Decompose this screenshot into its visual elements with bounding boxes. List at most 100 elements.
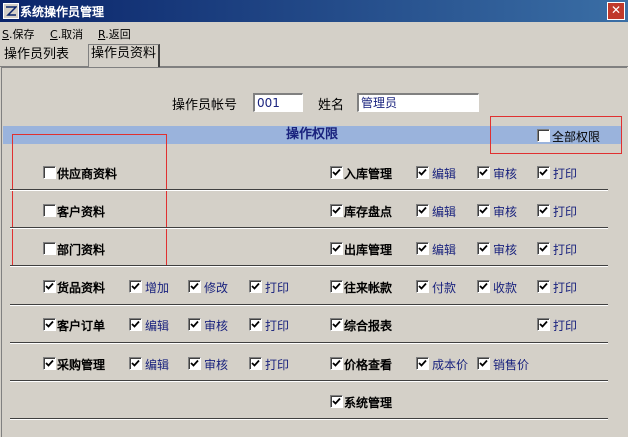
check-icon — [131, 282, 140, 290]
perm-left-4-checkbox[interactable] — [43, 318, 56, 331]
check-icon — [131, 359, 140, 367]
perm-right-5-checkbox[interactable] — [330, 357, 343, 370]
perm-left-3-checkbox[interactable] — [43, 280, 56, 293]
perm-right-2-checkbox[interactable] — [330, 242, 343, 255]
perm-right-2-sub-0-checkbox[interactable] — [416, 242, 429, 255]
perm-right-1-sub-2-checkbox[interactable] — [537, 204, 550, 217]
perm-right-0-checkbox[interactable] — [330, 166, 343, 179]
perm-right-1-label: 库存盘点 — [344, 205, 393, 219]
all-permissions-label: 全部权限 — [552, 130, 601, 144]
perm-right-2-sub-2-checkbox[interactable] — [537, 242, 550, 255]
perm-right-6-checkbox[interactable] — [330, 395, 343, 408]
name-label: 姓名 — [318, 98, 345, 113]
check-icon — [332, 320, 341, 328]
perm-right-5-label: 价格查看 — [344, 358, 393, 372]
perm-right-1-sub-2-label: 打印 — [553, 205, 578, 219]
row-divider — [10, 265, 608, 267]
check-icon — [332, 397, 341, 405]
perm-right-1-sub-0-checkbox[interactable] — [416, 204, 429, 217]
perm-left-5-sub-2-label: 打印 — [265, 358, 290, 372]
name-field[interactable]: 管理员 — [357, 93, 479, 112]
check-icon — [539, 320, 548, 328]
perm-right-4-label: 综合报表 — [344, 319, 393, 333]
perm-right-1-sub-1-label: 审核 — [493, 205, 518, 219]
perm-left-5-sub-2-checkbox[interactable] — [249, 357, 262, 370]
perm-left-2-label: 部门资料 — [57, 243, 106, 257]
perm-right-0-sub-2-checkbox[interactable] — [537, 166, 550, 179]
perm-right-5-sub-1-label: 销售价 — [493, 358, 530, 372]
check-icon — [45, 320, 54, 328]
perm-left-5-checkbox[interactable] — [43, 357, 56, 370]
perm-left-3-sub-1-checkbox[interactable] — [188, 280, 201, 293]
account-label: 操作员帐号 — [172, 98, 238, 113]
perm-right-3-sub-0-checkbox[interactable] — [416, 280, 429, 293]
perm-left-4-sub-0-checkbox[interactable] — [129, 318, 142, 331]
perm-left-4-sub-0-label: 编辑 — [145, 319, 170, 333]
check-icon — [45, 359, 54, 367]
perm-left-1-checkbox[interactable] — [43, 204, 56, 217]
perm-right-1-checkbox[interactable] — [330, 204, 343, 217]
perm-left-3-sub-2-label: 打印 — [265, 281, 290, 295]
perm-right-2-sub-1-checkbox[interactable] — [477, 242, 490, 255]
close-icon[interactable]: ✕ — [607, 2, 625, 20]
check-icon — [332, 282, 341, 290]
perm-right-3-sub-0-label: 付款 — [432, 281, 457, 295]
perm-left-2-checkbox[interactable] — [43, 242, 56, 255]
check-icon — [479, 206, 488, 214]
return-button[interactable]: R.返回 — [98, 26, 131, 42]
tab-operator-list[interactable]: 操作员列表 — [2, 46, 71, 64]
check-icon — [251, 359, 260, 367]
check-icon — [190, 320, 199, 328]
check-icon — [251, 320, 260, 328]
perm-right-3-sub-1-checkbox[interactable] — [477, 280, 490, 293]
perm-left-3-sub-0-checkbox[interactable] — [129, 280, 142, 293]
check-icon — [332, 244, 341, 252]
account-field[interactable]: 001 — [253, 93, 303, 112]
tab-operator-info[interactable]: 操作员资料 — [88, 44, 161, 67]
perm-left-4-sub-2-checkbox[interactable] — [249, 318, 262, 331]
check-icon — [479, 168, 488, 176]
check-icon — [539, 244, 548, 252]
row-divider — [10, 380, 608, 382]
check-icon — [418, 359, 427, 367]
perm-right-5-sub-0-checkbox[interactable] — [416, 357, 429, 370]
perm-right-5-sub-0-label: 成本价 — [432, 358, 469, 372]
perm-right-0-sub-1-checkbox[interactable] — [477, 166, 490, 179]
perm-right-4-sub-2-label: 打印 — [553, 319, 578, 333]
perm-left-5-sub-0-checkbox[interactable] — [129, 357, 142, 370]
check-icon — [190, 359, 199, 367]
perm-left-4-label: 客户订单 — [57, 319, 106, 333]
perm-right-4-checkbox[interactable] — [330, 318, 343, 331]
perm-right-0-sub-0-label: 编辑 — [432, 167, 457, 181]
perm-left-5-label: 采购管理 — [57, 358, 106, 372]
row-divider — [10, 342, 608, 344]
perm-left-3-sub-0-label: 增加 — [145, 281, 170, 295]
perm-right-0-sub-2-label: 打印 — [553, 167, 578, 181]
check-icon — [479, 359, 488, 367]
check-icon — [539, 206, 548, 214]
perm-right-3-sub-2-label: 打印 — [553, 281, 578, 295]
check-icon — [418, 206, 427, 214]
perm-right-3-sub-2-checkbox[interactable] — [537, 280, 550, 293]
perm-right-0-sub-0-checkbox[interactable] — [416, 166, 429, 179]
check-icon — [332, 168, 341, 176]
perm-left-5-sub-1-checkbox[interactable] — [188, 357, 201, 370]
perm-left-3-sub-2-checkbox[interactable] — [249, 280, 262, 293]
perm-right-3-sub-1-label: 收款 — [493, 281, 518, 295]
perm-left-3-label: 货品资料 — [57, 281, 106, 295]
cancel-button[interactable]: C.取消 — [50, 26, 83, 42]
all-permissions-checkbox[interactable] — [537, 129, 550, 142]
check-icon — [190, 282, 199, 290]
perm-right-4-sub-2-checkbox[interactable] — [537, 318, 550, 331]
perm-right-3-checkbox[interactable] — [330, 280, 343, 293]
perm-right-2-sub-2-label: 打印 — [553, 243, 578, 257]
perm-left-0-checkbox[interactable] — [43, 166, 56, 179]
perm-right-5-sub-1-checkbox[interactable] — [477, 357, 490, 370]
perm-left-4-sub-1-checkbox[interactable] — [188, 318, 201, 331]
save-button[interactable]: S.保存 — [2, 26, 34, 42]
check-icon — [332, 206, 341, 214]
row-divider — [10, 189, 608, 191]
perm-right-2-sub-1-label: 审核 — [493, 243, 518, 257]
perm-right-1-sub-1-checkbox[interactable] — [477, 204, 490, 217]
check-icon — [332, 359, 341, 367]
